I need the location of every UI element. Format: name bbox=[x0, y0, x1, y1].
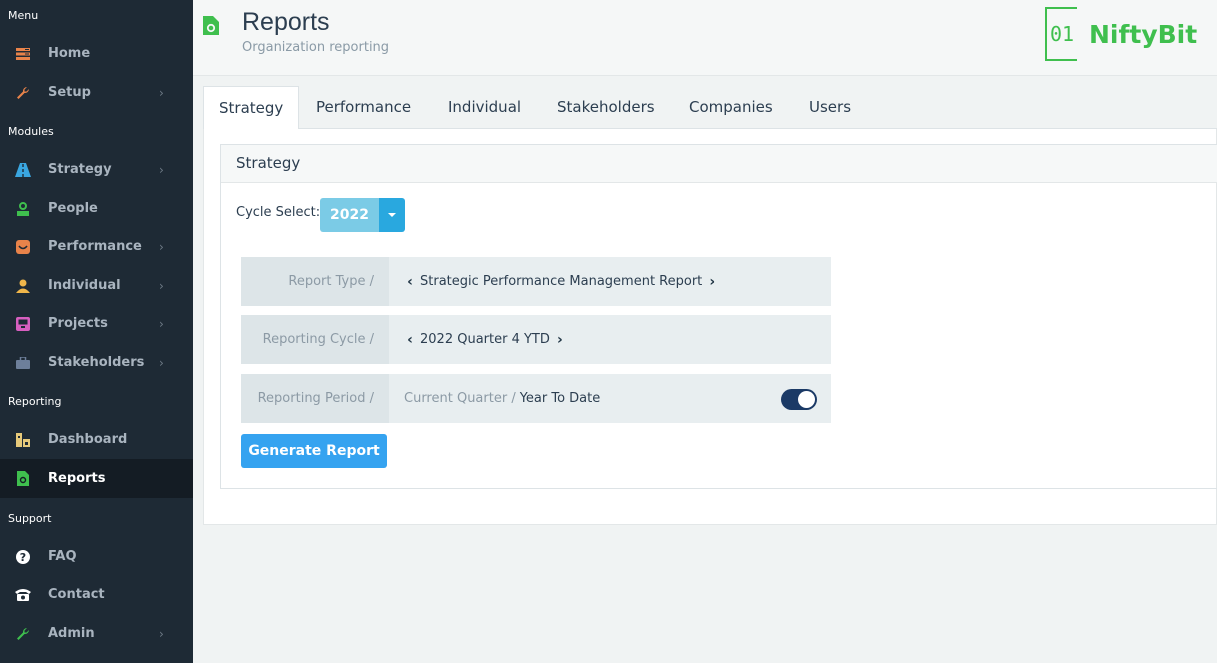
sidebar-item-label: Performance bbox=[48, 239, 142, 254]
report-tabs: Strategy Performance Individual Stakehol… bbox=[203, 86, 1217, 130]
performance-icon bbox=[15, 239, 31, 255]
sidebar-item-dashboard[interactable]: Dashboard bbox=[0, 420, 193, 459]
sidebar-section-modules: Modules bbox=[8, 125, 54, 138]
sidebar-item-label: People bbox=[48, 201, 98, 216]
svg-text:?: ? bbox=[20, 551, 26, 564]
sidebar-item-label: Strategy bbox=[48, 162, 112, 177]
tab-individual[interactable]: Individual bbox=[433, 86, 536, 129]
tab-companies[interactable]: Companies bbox=[674, 86, 788, 129]
sidebar-item-label: FAQ bbox=[48, 549, 77, 564]
report-icon bbox=[203, 16, 219, 39]
phone-icon bbox=[15, 587, 31, 603]
logo-mark: 01 bbox=[1045, 7, 1077, 61]
report-type-value-box: ‹ Strategic Performance Management Repor… bbox=[389, 257, 831, 306]
panel-title: Strategy bbox=[221, 145, 1217, 183]
cycle-dropdown-toggle[interactable] bbox=[379, 198, 405, 232]
chevron-right-icon: › bbox=[159, 85, 164, 100]
sidebar-item-home[interactable]: Home bbox=[0, 34, 193, 73]
chevron-right-icon: › bbox=[159, 239, 164, 254]
sidebar-item-reports[interactable]: Reports bbox=[0, 459, 193, 498]
people-icon bbox=[15, 201, 31, 217]
page-header: Reports Organization reporting 01 NiftyB… bbox=[193, 0, 1217, 76]
sidebar-item-label: Stakeholders bbox=[48, 355, 145, 370]
sidebar-item-label: Setup bbox=[48, 85, 91, 100]
sidebar-item-stakeholders[interactable]: Stakeholders › bbox=[0, 343, 193, 382]
chevron-right-icon[interactable]: › bbox=[554, 332, 566, 348]
tab-users[interactable]: Users bbox=[794, 86, 866, 129]
reporting-cycle-row: Reporting Cycle / ‹ 2022 Quarter 4 YTD › bbox=[241, 315, 831, 364]
chevron-left-icon[interactable]: ‹ bbox=[404, 274, 416, 290]
sidebar-item-performance[interactable]: Performance › bbox=[0, 227, 193, 266]
report-type-label: Report Type / bbox=[288, 274, 374, 289]
tab-performance[interactable]: Performance bbox=[301, 86, 426, 129]
generate-report-button[interactable]: Generate Report bbox=[241, 434, 387, 468]
cycle-select-label: Cycle Select: bbox=[236, 205, 321, 220]
reporting-cycle-label: Reporting Cycle / bbox=[262, 332, 374, 347]
sidebar-section-reporting: Reporting bbox=[8, 395, 62, 408]
chevron-right-icon[interactable]: › bbox=[706, 274, 718, 290]
road-icon bbox=[15, 162, 31, 178]
strategy-panel: Strategy Cycle Select: 2022 Report Type … bbox=[220, 144, 1217, 489]
report-icon bbox=[15, 471, 31, 487]
chevron-right-icon: › bbox=[159, 355, 164, 370]
niftybit-logo: 01 NiftyBit bbox=[1045, 7, 1197, 61]
sidebar-item-individual[interactable]: Individual › bbox=[0, 266, 193, 305]
tab-stakeholders[interactable]: Stakeholders bbox=[542, 86, 670, 129]
page-subtitle: Organization reporting bbox=[242, 40, 390, 55]
chevron-right-icon: › bbox=[159, 278, 164, 293]
wrench-icon bbox=[15, 85, 31, 101]
chevron-right-icon: › bbox=[159, 316, 164, 331]
sidebar-item-label: Projects bbox=[48, 316, 108, 331]
logo-text: NiftyBit bbox=[1089, 19, 1198, 49]
reporting-period-label: Reporting Period / bbox=[257, 391, 374, 406]
toggle-knob bbox=[798, 391, 815, 408]
sidebar-item-setup[interactable]: Setup › bbox=[0, 73, 193, 112]
sidebar-section-support: Support bbox=[8, 512, 52, 525]
report-type-value: Strategic Performance Management Report bbox=[420, 274, 703, 289]
report-type-row: Report Type / ‹ Strategic Performance Ma… bbox=[241, 257, 831, 306]
sidebar-item-label: Dashboard bbox=[48, 432, 128, 447]
period-toggle[interactable] bbox=[781, 389, 817, 410]
sidebar-item-label: Individual bbox=[48, 278, 121, 293]
sidebar: Menu Home Setup › Modules Strategy › Peo… bbox=[0, 0, 193, 663]
sidebar-item-label: Reports bbox=[48, 471, 106, 486]
inbox-icon bbox=[15, 316, 31, 332]
wrench-icon bbox=[15, 626, 31, 642]
reporting-cycle-value-box: ‹ 2022 Quarter 4 YTD › bbox=[389, 315, 831, 364]
sidebar-item-label: Home bbox=[48, 46, 91, 61]
chevron-right-icon: › bbox=[159, 162, 164, 177]
reporting-period-value-box: Current Quarter / Year To Date bbox=[389, 374, 831, 423]
chevron-left-icon[interactable]: ‹ bbox=[404, 332, 416, 348]
period-option-current-quarter: Current Quarter / bbox=[404, 391, 516, 406]
sidebar-item-contact[interactable]: Contact bbox=[0, 575, 193, 614]
question-icon: ? bbox=[15, 549, 31, 565]
cycle-select-button[interactable]: 2022 bbox=[320, 198, 379, 232]
page-title: Reports bbox=[242, 8, 330, 36]
briefcase-icon bbox=[15, 355, 31, 371]
reporting-cycle-value: 2022 Quarter 4 YTD bbox=[420, 332, 550, 347]
sidebar-section-menu: Menu bbox=[8, 9, 39, 22]
chevron-right-icon: › bbox=[159, 626, 164, 641]
tab-content: Strategy Cycle Select: 2022 Report Type … bbox=[203, 129, 1217, 525]
period-option-year-to-date: Year To Date bbox=[519, 391, 601, 406]
sidebar-item-label: Admin bbox=[48, 626, 95, 641]
sidebar-item-admin[interactable]: Admin › bbox=[0, 614, 193, 653]
sidebar-item-strategy[interactable]: Strategy › bbox=[0, 150, 193, 189]
sidebar-item-faq[interactable]: ? FAQ bbox=[0, 537, 193, 576]
sidebar-item-people[interactable]: People bbox=[0, 189, 193, 228]
sidebar-item-label: Contact bbox=[48, 587, 105, 602]
caret-down-icon bbox=[388, 213, 396, 217]
home-icon bbox=[15, 46, 31, 62]
dashboard-icon bbox=[15, 432, 31, 448]
sidebar-item-projects[interactable]: Projects › bbox=[0, 304, 193, 343]
tab-strategy[interactable]: Strategy bbox=[203, 86, 300, 130]
reporting-period-row: Reporting Period / Current Quarter / Yea… bbox=[241, 374, 831, 423]
user-icon bbox=[15, 278, 31, 294]
